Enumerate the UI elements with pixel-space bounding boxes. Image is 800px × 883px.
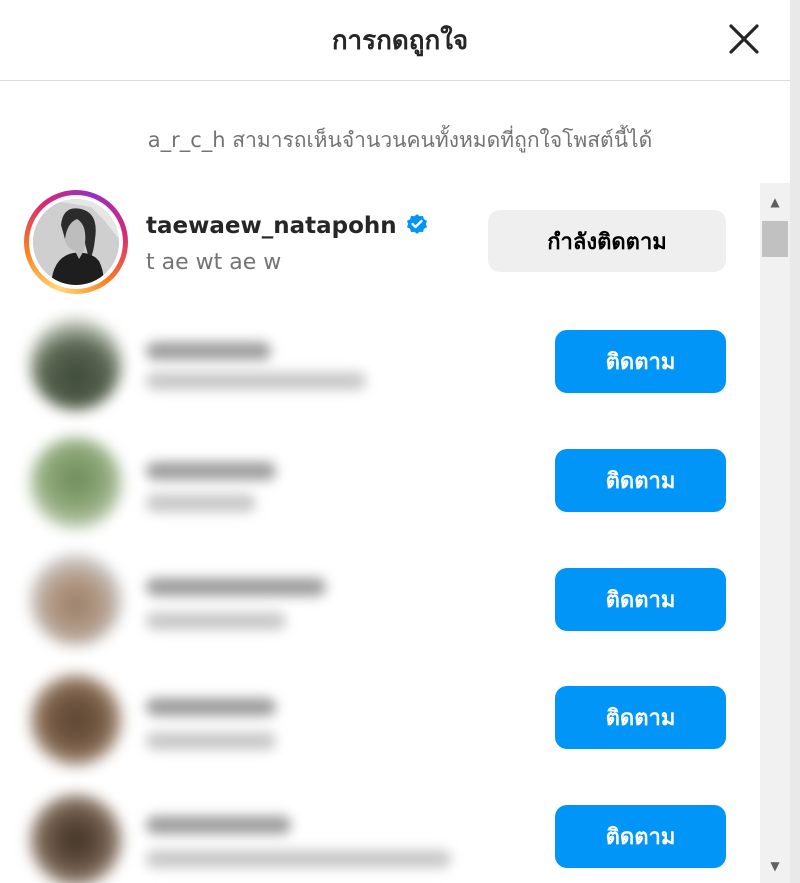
avatar[interactable] bbox=[30, 318, 122, 410]
avatar[interactable] bbox=[30, 437, 122, 529]
dialog-header: การกดถูกใจ bbox=[0, 0, 800, 81]
list-item: ติดตาม bbox=[0, 660, 760, 780]
username[interactable] bbox=[146, 342, 271, 360]
list-item: ติดตาม bbox=[0, 780, 760, 883]
likers-list: taewaew_natapohn t ae wt ae w กำลังติดตา… bbox=[0, 180, 760, 883]
follow-button[interactable]: ติดตาม bbox=[555, 568, 726, 631]
close-icon bbox=[729, 24, 759, 54]
full-name bbox=[146, 494, 256, 512]
page-backdrop-edge bbox=[790, 0, 800, 883]
full-name bbox=[146, 372, 366, 390]
username[interactable] bbox=[146, 816, 291, 834]
username[interactable] bbox=[146, 578, 326, 596]
scroll-down-arrow-icon[interactable]: ▼ bbox=[767, 859, 783, 873]
profile-photo bbox=[33, 199, 119, 285]
username[interactable]: taewaew_natapohn bbox=[146, 212, 429, 239]
scroll-up-arrow-icon[interactable]: ▲ bbox=[767, 195, 783, 209]
full-name: t ae wt ae w bbox=[146, 250, 282, 275]
follow-button[interactable]: ติดตาม bbox=[555, 805, 726, 868]
avatar[interactable] bbox=[30, 794, 122, 883]
close-button[interactable] bbox=[726, 21, 762, 57]
verified-badge-icon bbox=[405, 212, 429, 236]
like-count-notice: a_r_c_h สามารถเห็นจำนวนคนทั้งหมดที่ถูกใจ… bbox=[147, 128, 653, 152]
list-item: ติดตาม bbox=[0, 420, 760, 540]
follow-button[interactable]: ติดตาม bbox=[555, 686, 726, 749]
list-item: ติดตาม bbox=[0, 540, 760, 660]
username[interactable] bbox=[146, 462, 276, 480]
avatar[interactable] bbox=[24, 190, 128, 294]
likes-dialog: การกดถูกใจ a_r_c_h สามารถเห็นจำนวนคนทั้ง… bbox=[0, 0, 800, 883]
full-name bbox=[146, 732, 276, 750]
follow-button[interactable]: ติดตาม bbox=[555, 330, 726, 393]
full-name bbox=[146, 850, 451, 868]
list-item: ติดตาม bbox=[0, 300, 760, 420]
dialog-title: การกดถูกใจ bbox=[331, 25, 469, 56]
avatar[interactable] bbox=[30, 674, 122, 766]
scrollbar[interactable]: ▲ ▼ bbox=[760, 183, 790, 883]
list-item: taewaew_natapohn t ae wt ae w กำลังติดตา… bbox=[0, 180, 760, 300]
full-name bbox=[146, 612, 286, 630]
scroll-thumb[interactable] bbox=[762, 221, 788, 257]
avatar[interactable] bbox=[30, 554, 122, 646]
following-button[interactable]: กำลังติดตาม bbox=[488, 210, 726, 272]
username[interactable] bbox=[146, 698, 276, 716]
follow-button[interactable]: ติดตาม bbox=[555, 449, 726, 512]
